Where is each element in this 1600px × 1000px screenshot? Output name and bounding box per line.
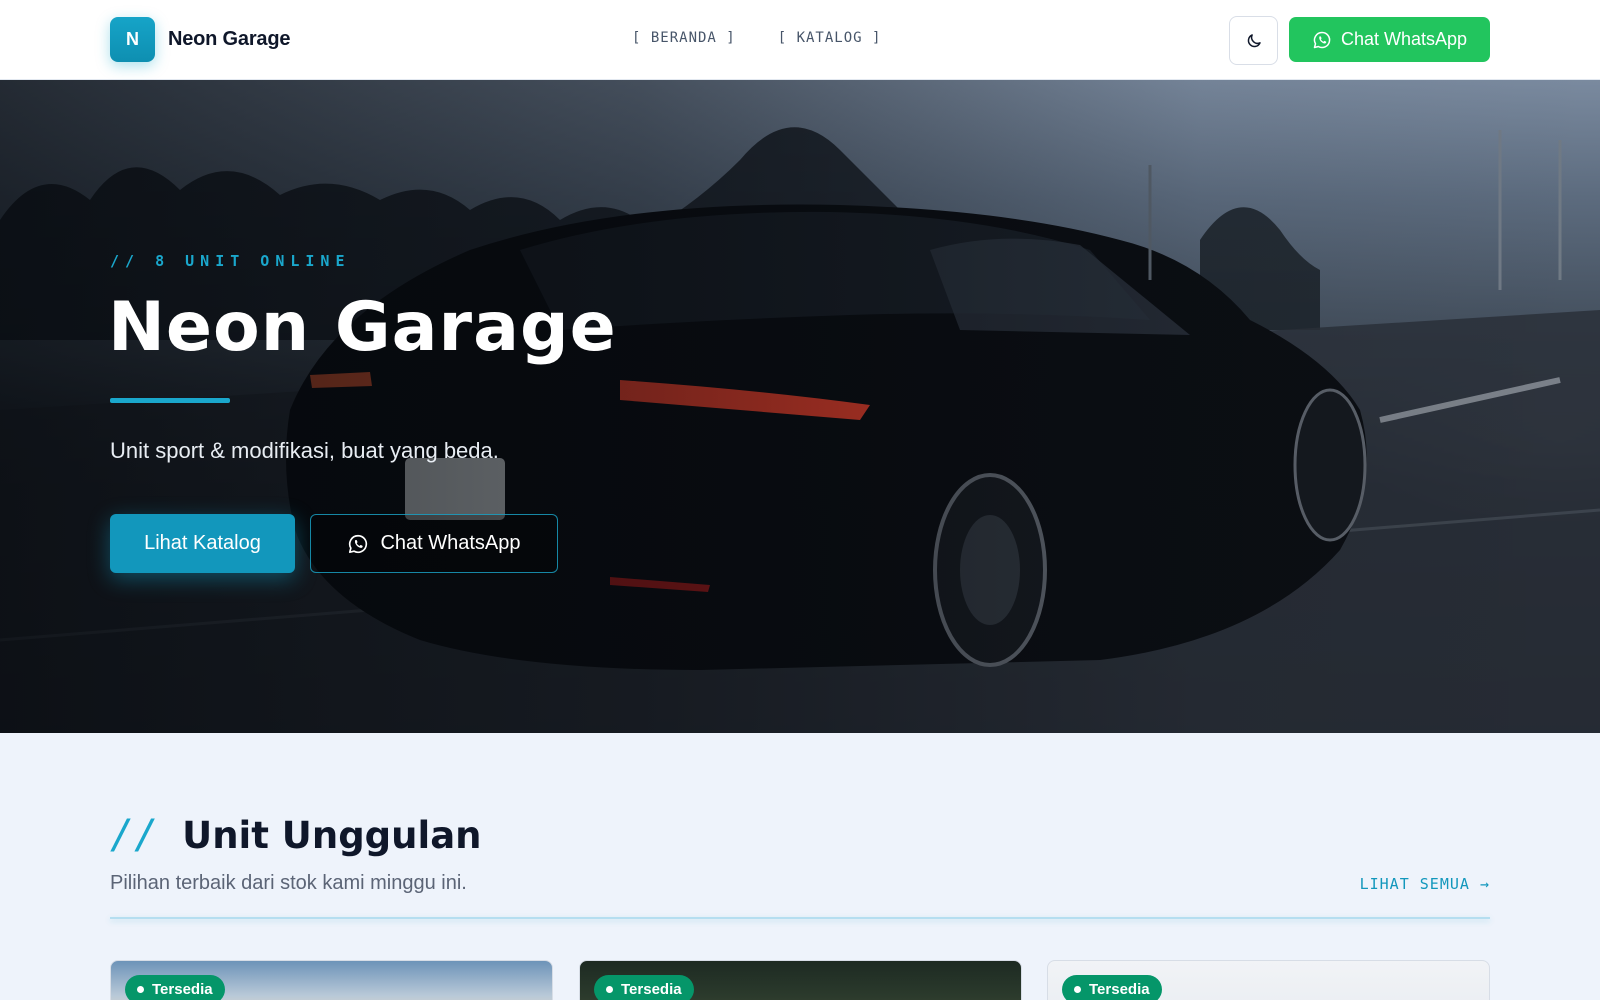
nav-beranda[interactable]: [ BERANDA ] bbox=[632, 30, 736, 46]
hero-section: // 8 UNIT ONLINE Neon Garage Unit sport … bbox=[0, 80, 1600, 733]
brand-name: Neon Garage bbox=[168, 28, 291, 50]
header-whatsapp-button[interactable]: Chat WhatsApp bbox=[1289, 17, 1490, 62]
whatsapp-icon bbox=[349, 534, 368, 553]
moon-icon bbox=[1247, 33, 1261, 47]
theme-toggle-button[interactable] bbox=[1229, 16, 1278, 65]
brand[interactable]: N Neon Garage bbox=[110, 17, 290, 62]
status-badge: Tersedia bbox=[125, 975, 225, 1000]
hero-whatsapp-button[interactable]: Chat WhatsApp bbox=[310, 514, 558, 573]
hero-subtitle: Unit sport & modifikasi, buat yang beda. bbox=[110, 438, 499, 463]
car-card[interactable]: Tersedia bbox=[110, 960, 553, 1000]
nav-katalog[interactable]: [ KATALOG ] bbox=[778, 30, 882, 46]
status-label: Tersedia bbox=[621, 981, 682, 998]
featured-heading: // Unit Unggulan bbox=[110, 812, 482, 858]
status-dot-icon bbox=[137, 986, 144, 993]
hero-title: Neon Garage bbox=[108, 288, 617, 367]
featured-divider bbox=[110, 917, 1490, 919]
car-card[interactable]: Tersedia bbox=[1047, 960, 1490, 1000]
whatsapp-icon bbox=[1313, 31, 1331, 48]
status-label: Tersedia bbox=[152, 981, 213, 998]
brand-logo: N bbox=[110, 17, 155, 62]
featured-title: Unit Unggulan bbox=[182, 813, 482, 857]
header-whatsapp-label: Chat WhatsApp bbox=[1340, 29, 1468, 49]
view-catalog-button[interactable]: Lihat Katalog bbox=[110, 514, 295, 573]
hero-whatsapp-label: Chat WhatsApp bbox=[380, 532, 521, 554]
status-badge: Tersedia bbox=[1062, 975, 1162, 1000]
featured-slashes: // bbox=[110, 812, 159, 858]
site-header: N Neon Garage [ BERANDA ] [ KATALOG ] Ch… bbox=[0, 0, 1600, 80]
status-dot-icon bbox=[606, 986, 613, 993]
status-dot-icon bbox=[1074, 986, 1081, 993]
hero-overlay bbox=[0, 80, 1600, 733]
featured-subtitle: Pilihan terbaik dari stok kami minggu in… bbox=[110, 872, 467, 894]
hero-tag: // 8 UNIT ONLINE bbox=[110, 252, 351, 270]
status-badge: Tersedia bbox=[594, 975, 694, 1000]
car-card[interactable]: Tersedia bbox=[579, 960, 1022, 1000]
status-label: Tersedia bbox=[1089, 981, 1150, 998]
main-nav: [ BERANDA ] [ KATALOG ] bbox=[632, 30, 881, 46]
see-all-link[interactable]: LIHAT SEMUA → bbox=[1360, 875, 1490, 893]
hero-accent-bar bbox=[110, 398, 230, 403]
